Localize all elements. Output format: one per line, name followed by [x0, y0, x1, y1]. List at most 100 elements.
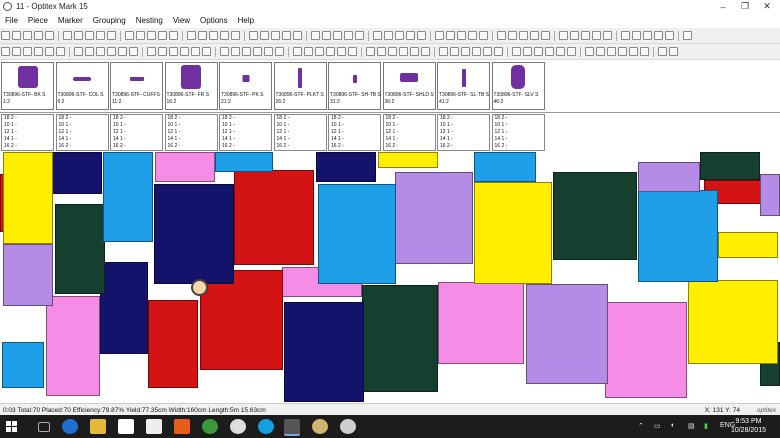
- toolbar-button-icon[interactable]: [461, 47, 470, 56]
- toolbar-button-icon[interactable]: [96, 47, 105, 56]
- toolbar-button-icon[interactable]: [1, 31, 10, 40]
- menu-view[interactable]: View: [168, 16, 195, 25]
- clock[interactable]: 9:53 PM 10/28/2015: [731, 417, 766, 435]
- toolbar-button-icon[interactable]: [293, 31, 302, 40]
- app-icon-b[interactable]: [230, 419, 246, 434]
- toolbar-button-icon[interactable]: [12, 47, 21, 56]
- toolbar-button-icon[interactable]: [632, 31, 641, 40]
- app-icon-c[interactable]: [312, 419, 328, 434]
- piece-thumbnail[interactable]: T30896-STF- SHLD S 36:2: [382, 62, 436, 110]
- toolbar-button-icon[interactable]: [348, 47, 357, 56]
- toolbar-button-icon[interactable]: [118, 47, 127, 56]
- store-icon[interactable]: [118, 419, 134, 434]
- marker-piece[interactable]: [55, 204, 105, 294]
- app-icon-a[interactable]: [146, 419, 162, 434]
- marker-piece[interactable]: [526, 284, 608, 384]
- toolbar-button-icon[interactable]: [494, 47, 503, 56]
- menu-help[interactable]: Help: [233, 16, 259, 25]
- size-count-cell[interactable]: 18 2 -10 1 -12 1 -14 1 -16 2 -: [382, 114, 436, 151]
- toolbar-button-icon[interactable]: [585, 47, 594, 56]
- toolbar-button-icon[interactable]: [271, 31, 280, 40]
- marker-piece[interactable]: [638, 162, 700, 192]
- toolbar-button-icon[interactable]: [315, 47, 324, 56]
- toolbar-button-icon[interactable]: [34, 47, 43, 56]
- toolbar-button-icon[interactable]: [45, 31, 54, 40]
- maximize-icon[interactable]: ❐: [734, 0, 756, 13]
- toolbar-button-icon[interactable]: [373, 31, 382, 40]
- piece-thumbnail[interactable]: T30896-STF- SH-TB S 31:2: [328, 62, 381, 110]
- toolbar-button-icon[interactable]: [85, 47, 94, 56]
- toolbar-button-icon[interactable]: [596, 47, 605, 56]
- menu-piece[interactable]: Piece: [23, 16, 53, 25]
- marker-piece[interactable]: [215, 152, 273, 172]
- toolbar-button-icon[interactable]: [249, 31, 258, 40]
- windows-start-icon[interactable]: [6, 421, 17, 432]
- toolbar-button-icon[interactable]: [567, 47, 576, 56]
- size-count-cell[interactable]: 18 2 -10 1 -12 1 -14 1 -16 2 -: [273, 114, 327, 151]
- marker-piece[interactable]: [3, 152, 53, 244]
- piece-thumbnail[interactable]: T30896-STF- COL S 6:2: [55, 62, 109, 110]
- toolbar-button-icon[interactable]: [530, 31, 539, 40]
- toolbar-button-icon[interactable]: [23, 47, 32, 56]
- toolbar-button-icon[interactable]: [275, 47, 284, 56]
- toolbar-button-icon[interactable]: [242, 47, 251, 56]
- toolbar-button-icon[interactable]: [541, 31, 550, 40]
- menu-grouping[interactable]: Grouping: [88, 16, 131, 25]
- close-icon[interactable]: ✕: [756, 0, 778, 13]
- toolbar-button-icon[interactable]: [472, 47, 481, 56]
- toolbar-button-icon[interactable]: [410, 47, 419, 56]
- toolbar-button-icon[interactable]: [231, 31, 240, 40]
- toolbar-button-icon[interactable]: [669, 47, 678, 56]
- toolbar-button-icon[interactable]: [260, 31, 269, 40]
- toolbar-button-icon[interactable]: [468, 31, 477, 40]
- toolbar-button-icon[interactable]: [34, 31, 43, 40]
- chrome-icon[interactable]: [202, 419, 218, 434]
- piece-thumbnail[interactable]: T30896-STF- CUFFS 11:2: [110, 62, 163, 110]
- marker-piece[interactable]: [553, 172, 637, 260]
- marker-canvas[interactable]: [0, 152, 780, 402]
- toolbar-button-icon[interactable]: [640, 47, 649, 56]
- skype-icon[interactable]: [258, 419, 274, 434]
- marker-piece[interactable]: [438, 282, 524, 364]
- marker-piece[interactable]: [316, 152, 376, 182]
- toolbar-button-icon[interactable]: [377, 47, 386, 56]
- marker-piece[interactable]: [760, 174, 780, 216]
- toolbar-button-icon[interactable]: [523, 47, 532, 56]
- toolbar-button-icon[interactable]: [395, 31, 404, 40]
- toolbar-button-icon[interactable]: [63, 31, 72, 40]
- marker-piece[interactable]: [234, 170, 314, 265]
- toolbar-button-icon[interactable]: [512, 47, 521, 56]
- menu-marker[interactable]: Marker: [53, 16, 88, 25]
- piece-thumbnail[interactable]: T30896-STF- BK S 1:2: [1, 62, 54, 110]
- piece-thumbnail[interactable]: T30896-STF- FR S 16:2: [164, 62, 218, 110]
- size-count-cell[interactable]: 18 2 -10 1 -12 1 -14 1 -16 2 -: [437, 114, 490, 151]
- toolbar-button-icon[interactable]: [643, 31, 652, 40]
- size-count-cell[interactable]: 18 2 -10 1 -12 1 -14 1 -16 2 -: [55, 114, 109, 151]
- marker-piece[interactable]: [638, 190, 718, 282]
- toolbar-button-icon[interactable]: [147, 31, 156, 40]
- marker-piece[interactable]: [154, 184, 234, 284]
- toolbar-button-icon[interactable]: [366, 47, 375, 56]
- toolbar-button-icon[interactable]: [209, 31, 218, 40]
- menu-nesting[interactable]: Nesting: [131, 16, 168, 25]
- toolbar-button-icon[interactable]: [421, 47, 430, 56]
- network-icon[interactable]: ▭: [654, 422, 661, 430]
- volume-icon[interactable]: ◖: [670, 422, 674, 429]
- toolbar-button-icon[interactable]: [169, 31, 178, 40]
- toolbar-button-icon[interactable]: [435, 31, 444, 40]
- toolbar-button-icon[interactable]: [12, 31, 21, 40]
- toolbar-button-icon[interactable]: [581, 31, 590, 40]
- app-icon-d[interactable]: [340, 419, 356, 434]
- toolbar-button-icon[interactable]: [534, 47, 543, 56]
- task-view-icon[interactable]: [38, 422, 50, 432]
- toolbar-button-icon[interactable]: [446, 31, 455, 40]
- toolbar-button-icon[interactable]: [282, 31, 291, 40]
- marker-piece[interactable]: [318, 184, 396, 284]
- marker-piece[interactable]: [284, 302, 364, 402]
- minimize-icon[interactable]: –: [712, 0, 734, 13]
- marker-piece[interactable]: [718, 232, 778, 258]
- marker-piece[interactable]: [474, 152, 536, 182]
- size-count-cell[interactable]: 18 2 -10 1 -12 1 -14 1 -16 2 -: [219, 114, 272, 151]
- piece-thumbnail[interactable]: T30896-STF- PLKT S 26:2: [273, 62, 327, 110]
- marker-piece[interactable]: [362, 285, 438, 392]
